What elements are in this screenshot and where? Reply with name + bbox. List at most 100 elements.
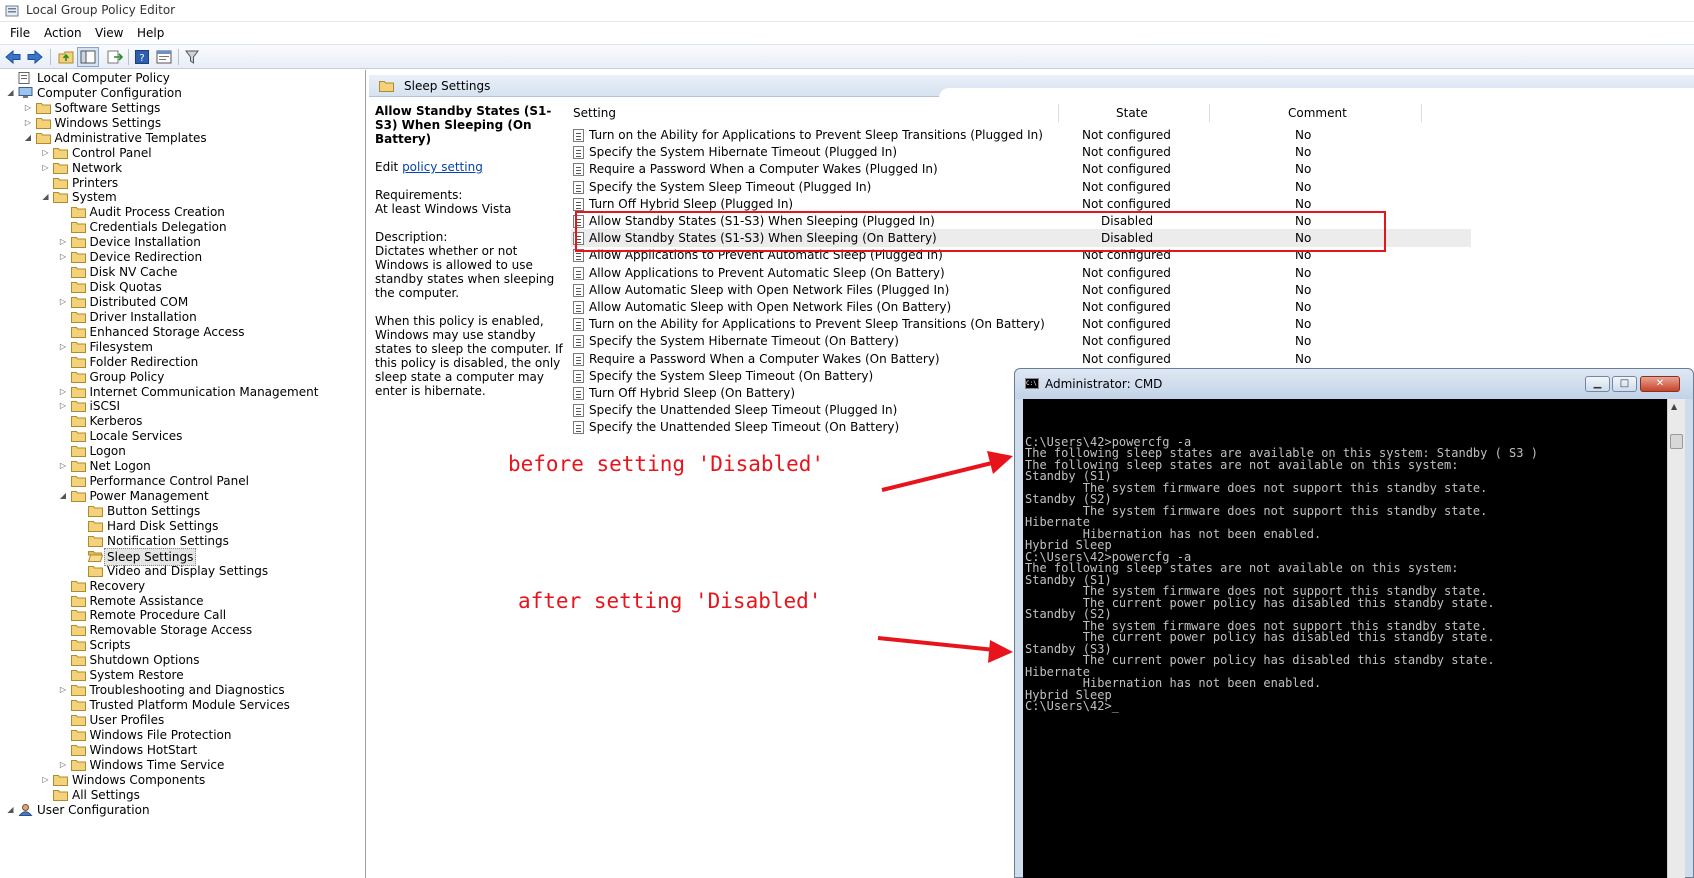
properties-icon[interactable] [153, 47, 175, 67]
tree-item[interactable]: Remote Assistance [0, 593, 365, 609]
collapse-arrow-icon[interactable]: ◢ [24, 130, 33, 146]
tree-item[interactable]: Logon [0, 443, 365, 459]
tree-item[interactable]: ◢ Administrative Templates [0, 130, 365, 146]
scroll-thumb[interactable] [1670, 434, 1683, 449]
close-button[interactable]: ✕ [1640, 376, 1680, 392]
back-icon[interactable] [2, 47, 24, 67]
help-icon[interactable]: ? [131, 47, 153, 67]
tree-item[interactable]: ▷ Troubleshooting and Diagnostics [0, 682, 365, 698]
filter-icon[interactable] [181, 47, 203, 67]
tree-item[interactable]: Trusted Platform Module Services [0, 697, 365, 713]
tree-item[interactable]: Group Policy [0, 369, 365, 385]
menu-action[interactable]: Action [44, 26, 82, 40]
expand-arrow-icon[interactable]: ▷ [41, 160, 50, 176]
column-comment[interactable]: Comment [1288, 106, 1347, 120]
tree-item[interactable]: ▷ Network [0, 160, 365, 176]
collapse-arrow-icon[interactable]: ◢ [59, 488, 68, 504]
setting-row[interactable]: Turn on the Ability for Applications to … [571, 126, 1471, 144]
tree-item[interactable]: Notification Settings [0, 533, 365, 549]
cmd-console[interactable]: C:\Users\42>powercfg -a The following sle… [1023, 399, 1667, 878]
tree-item[interactable]: ▷ Control Panel [0, 145, 365, 161]
tree-item[interactable]: Disk Quotas [0, 279, 365, 295]
expand-arrow-icon[interactable]: ▷ [59, 398, 68, 414]
tree-item[interactable]: ◢ User Configuration [0, 802, 365, 818]
cmd-titlebar[interactable]: C:\ Administrator: CMD ▁ □ ✕ [1015, 369, 1693, 399]
cmd-window[interactable]: C:\ Administrator: CMD ▁ □ ✕ C:\Users\42… [1014, 368, 1694, 878]
tree-item[interactable]: Button Settings [0, 503, 365, 519]
show-hide-tree-icon[interactable] [77, 47, 99, 67]
column-state[interactable]: State [1116, 106, 1148, 120]
forward-icon[interactable] [24, 47, 46, 67]
collapse-arrow-icon[interactable]: ◢ [6, 802, 15, 818]
up-folder-icon[interactable] [55, 47, 77, 67]
tree-item[interactable]: Sleep Settings [0, 547, 365, 566]
policy-setting-link[interactable]: policy setting [402, 160, 483, 174]
expand-arrow-icon[interactable]: ▷ [59, 339, 68, 355]
tree-item[interactable]: Audit Process Creation [0, 204, 365, 220]
tree-item[interactable]: ▷ Software Settings [0, 100, 365, 116]
tree-item[interactable]: Windows HotStart [0, 742, 365, 758]
menu-view[interactable]: View [95, 26, 123, 40]
tree-item[interactable]: Kerberos [0, 413, 365, 429]
tree-item[interactable]: Recovery [0, 578, 365, 594]
tree-item[interactable]: User Profiles [0, 712, 365, 728]
tree-item[interactable]: ▷ Device Redirection [0, 249, 365, 265]
expand-arrow-icon[interactable]: ▷ [24, 100, 33, 116]
tree-item[interactable]: ▷ Net Logon [0, 458, 365, 474]
expand-arrow-icon[interactable]: ▷ [59, 234, 68, 250]
tree-item[interactable]: Hard Disk Settings [0, 518, 365, 534]
tree-item[interactable]: Windows File Protection [0, 727, 365, 743]
tree-item[interactable]: Folder Redirection [0, 354, 365, 370]
tree-item[interactable]: Locale Services [0, 428, 365, 444]
expand-arrow-icon[interactable]: ▷ [59, 249, 68, 265]
expand-arrow-icon[interactable]: ▷ [59, 682, 68, 698]
setting-row[interactable]: Require a Password When a Computer Wakes… [571, 350, 1471, 368]
menu-file[interactable]: File [10, 26, 30, 40]
tree-item[interactable]: ▷ Internet Communication Management [0, 384, 365, 400]
tree-item[interactable]: ▷ Device Installation [0, 234, 365, 250]
minimize-button[interactable]: ▁ [1585, 376, 1610, 392]
tree-item[interactable]: Video and Display Settings [0, 563, 365, 579]
tree-item[interactable]: ▷ Distributed COM [0, 294, 365, 310]
export-list-icon[interactable] [104, 47, 126, 67]
setting-row[interactable]: Allow Applications to Prevent Automatic … [571, 264, 1471, 282]
expand-arrow-icon[interactable]: ▷ [59, 757, 68, 773]
tree-pane[interactable]: Local Computer Policy ◢ Computer Configura… [0, 70, 366, 878]
tree-item[interactable]: ◢ Power Management [0, 488, 365, 504]
expand-arrow-icon[interactable]: ▷ [59, 384, 68, 400]
tree-item[interactable]: Enhanced Storage Access [0, 324, 365, 340]
collapse-arrow-icon[interactable]: ◢ [6, 85, 15, 101]
expand-arrow-icon[interactable]: ▷ [41, 772, 50, 788]
expand-arrow-icon[interactable]: ▷ [41, 145, 50, 161]
menu-help[interactable]: Help [137, 26, 164, 40]
cmd-scrollbar[interactable]: ▲ [1667, 399, 1685, 878]
expand-arrow-icon[interactable]: ▷ [59, 458, 68, 474]
setting-row[interactable]: Allow Automatic Sleep with Open Network … [571, 298, 1471, 316]
scroll-up-icon[interactable]: ▲ [1671, 402, 1677, 411]
expand-arrow-icon[interactable]: ▷ [24, 115, 33, 131]
tree-item[interactable]: Shutdown Options [0, 652, 365, 668]
setting-row[interactable]: Require a Password When a Computer Wakes… [571, 160, 1471, 178]
tree-item[interactable]: ▷ iSCSI [0, 398, 365, 414]
setting-row[interactable]: Specify the System Hibernate Timeout (Pl… [571, 143, 1471, 161]
setting-row[interactable]: Specify the System Hibernate Timeout (On… [571, 332, 1471, 350]
tree-item[interactable]: All Settings [0, 787, 365, 803]
tree-item[interactable]: ◢ System [0, 189, 365, 205]
tree-item[interactable]: ◢ Computer Configuration [0, 85, 365, 101]
tree-item[interactable]: Performance Control Panel [0, 473, 365, 489]
tree-item[interactable]: Driver Installation [0, 309, 365, 325]
tree-item[interactable]: ▷ Windows Time Service [0, 757, 365, 773]
setting-row[interactable]: Specify the System Sleep Timeout (Plugge… [571, 178, 1471, 196]
tree-item[interactable]: Credentials Delegation [0, 219, 365, 235]
tree-item[interactable]: Local Computer Policy [0, 70, 365, 86]
setting-row[interactable]: Turn on the Ability for Applications to … [571, 315, 1471, 333]
setting-row[interactable]: Allow Automatic Sleep with Open Network … [571, 281, 1471, 299]
tree-item[interactable]: Disk NV Cache [0, 264, 365, 280]
tree-item[interactable]: Printers [0, 175, 365, 191]
tree-item[interactable]: Remote Procedure Call [0, 607, 365, 623]
tree-item[interactable]: Scripts [0, 637, 365, 653]
tree-item[interactable]: System Restore [0, 667, 365, 683]
collapse-arrow-icon[interactable]: ◢ [41, 189, 50, 205]
expand-arrow-icon[interactable]: ▷ [59, 294, 68, 310]
column-setting[interactable]: Setting [573, 106, 616, 120]
